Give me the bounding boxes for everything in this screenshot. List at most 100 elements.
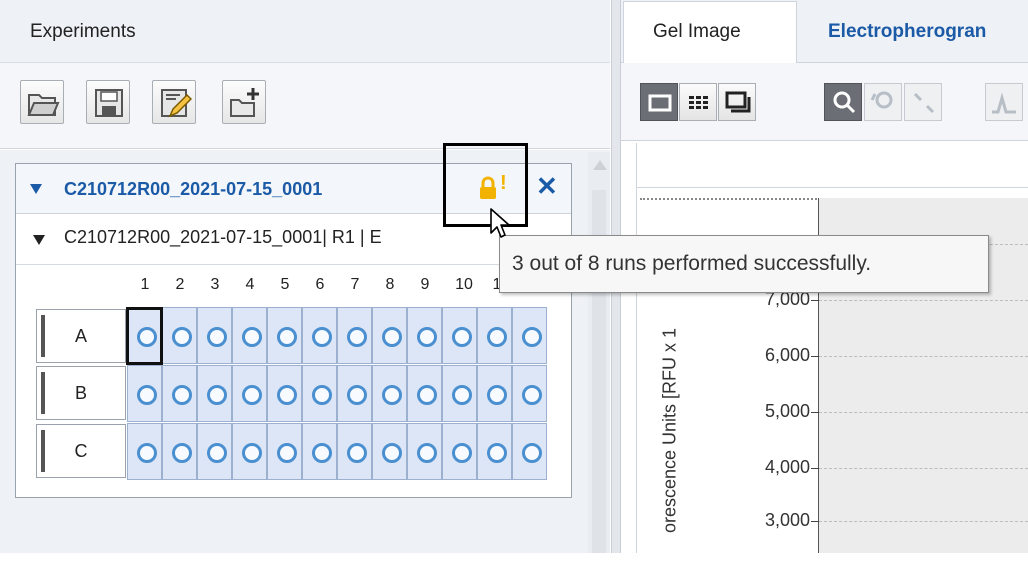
row-marker [41, 430, 45, 472]
edit-button[interactable] [152, 80, 196, 124]
experiment-name[interactable]: C210712R00_2021-07-15_0001 [64, 179, 322, 200]
well-cell[interactable] [232, 423, 267, 480]
well-circle-icon [382, 327, 402, 347]
well-cell[interactable] [232, 365, 267, 422]
tab-gel-image-label[interactable]: Gel Image [653, 21, 741, 43]
well-circle-icon [522, 385, 542, 405]
well-circle-icon [487, 385, 507, 405]
well-cell[interactable] [477, 307, 512, 364]
well-circle-icon [312, 385, 332, 405]
well-cell[interactable] [512, 423, 547, 480]
y-tick-label: 3,000 [764, 510, 810, 530]
well-circle-icon [242, 385, 262, 405]
well-circle-icon [452, 385, 472, 405]
well-cell[interactable] [162, 307, 197, 364]
save-button[interactable] [86, 80, 130, 124]
overlay-view-icon [725, 91, 751, 113]
new-experiment-icon [230, 88, 259, 117]
scroll-up-icon[interactable] [593, 160, 607, 170]
column-number: 3 [210, 276, 220, 293]
column-number: 4 [245, 276, 255, 293]
well-circle-icon [417, 385, 437, 405]
peak-icon [992, 92, 1016, 114]
divider [636, 187, 1028, 188]
open-folder-icon [27, 94, 60, 116]
column-number: 5 [280, 276, 290, 293]
run-expand-arrow-icon[interactable] [33, 235, 45, 245]
well-circle-icon [172, 443, 192, 463]
well-circle-icon [382, 385, 402, 405]
lasso-zoom-button[interactable] [864, 83, 902, 121]
well-circle-icon [137, 443, 157, 463]
y-tick-mark [811, 412, 819, 413]
fit-button[interactable] [904, 83, 942, 121]
run-label[interactable]: C210712R00_2021-07-15_0001| R1 | E [64, 227, 382, 248]
close-experiment-button[interactable]: ✕ [536, 171, 558, 202]
well-cell[interactable] [267, 423, 302, 480]
well-circle-icon [172, 385, 192, 405]
well-circle-icon [452, 443, 472, 463]
row-label-c[interactable]: C [36, 424, 126, 478]
zoom-button[interactable] [824, 83, 862, 121]
mouse-cursor-icon [490, 208, 510, 238]
well-cell[interactable] [302, 307, 337, 364]
well-cell[interactable] [372, 365, 407, 422]
well-circle-icon [207, 443, 227, 463]
well-cell[interactable] [442, 423, 477, 480]
y-tick-mark [811, 521, 819, 522]
well-cell[interactable] [267, 365, 302, 422]
expand-arrow-icon[interactable] [30, 184, 42, 194]
well-cell[interactable] [127, 423, 162, 480]
well-cell[interactable] [197, 365, 232, 422]
well-cell[interactable] [197, 423, 232, 480]
overlay-view-button[interactable] [718, 83, 756, 121]
new-experiment-button[interactable] [222, 80, 266, 124]
well-circle-icon [277, 443, 297, 463]
well-circle-icon [487, 327, 507, 347]
well-cell[interactable] [127, 365, 162, 422]
y-tick-mark [811, 356, 819, 357]
column-number: 8 [385, 276, 395, 293]
single-view-button[interactable] [640, 83, 678, 121]
well-cell[interactable] [302, 423, 337, 480]
well-cell[interactable] [337, 423, 372, 480]
well-cell[interactable] [477, 423, 512, 480]
open-folder-button[interactable] [20, 80, 64, 124]
y-tick-label: 4,000 [764, 457, 810, 477]
column-number: 6 [315, 276, 325, 293]
well-circle-icon [417, 443, 437, 463]
well-cell[interactable] [442, 307, 477, 364]
row-label-text: A [74, 325, 87, 346]
edit-icon [161, 89, 192, 118]
row-label-text: B [74, 382, 87, 403]
tooltip: 3 out of 8 runs performed successfully. [499, 235, 989, 293]
well-cell[interactable] [162, 365, 197, 422]
well-cell[interactable] [302, 365, 337, 422]
row-marker [41, 315, 45, 357]
selected-well-highlight [126, 307, 163, 365]
well-cell[interactable] [372, 307, 407, 364]
well-circle-icon [347, 327, 367, 347]
well-cell[interactable] [337, 307, 372, 364]
row-label-text: C [74, 440, 88, 461]
well-cell[interactable] [267, 307, 302, 364]
well-cell[interactable] [337, 365, 372, 422]
well-cell[interactable] [162, 423, 197, 480]
well-cell[interactable] [477, 365, 512, 422]
well-cell[interactable] [512, 365, 547, 422]
well-cell[interactable] [407, 307, 442, 364]
well-cell[interactable] [197, 307, 232, 364]
row-label-b[interactable]: B [36, 366, 126, 420]
well-cell[interactable] [407, 423, 442, 480]
row-label-a[interactable]: A [36, 309, 126, 363]
grid-view-button[interactable] [679, 83, 717, 121]
column-number: 10 [455, 276, 473, 293]
y-tick-label: 6,000 [764, 345, 810, 365]
tab-electropherogram[interactable]: Electropherogran [828, 21, 986, 43]
well-cell[interactable] [407, 365, 442, 422]
well-cell[interactable] [232, 307, 267, 364]
well-cell[interactable] [512, 307, 547, 364]
well-cell[interactable] [442, 365, 477, 422]
well-cell[interactable] [372, 423, 407, 480]
peak-button[interactable] [985, 83, 1023, 121]
